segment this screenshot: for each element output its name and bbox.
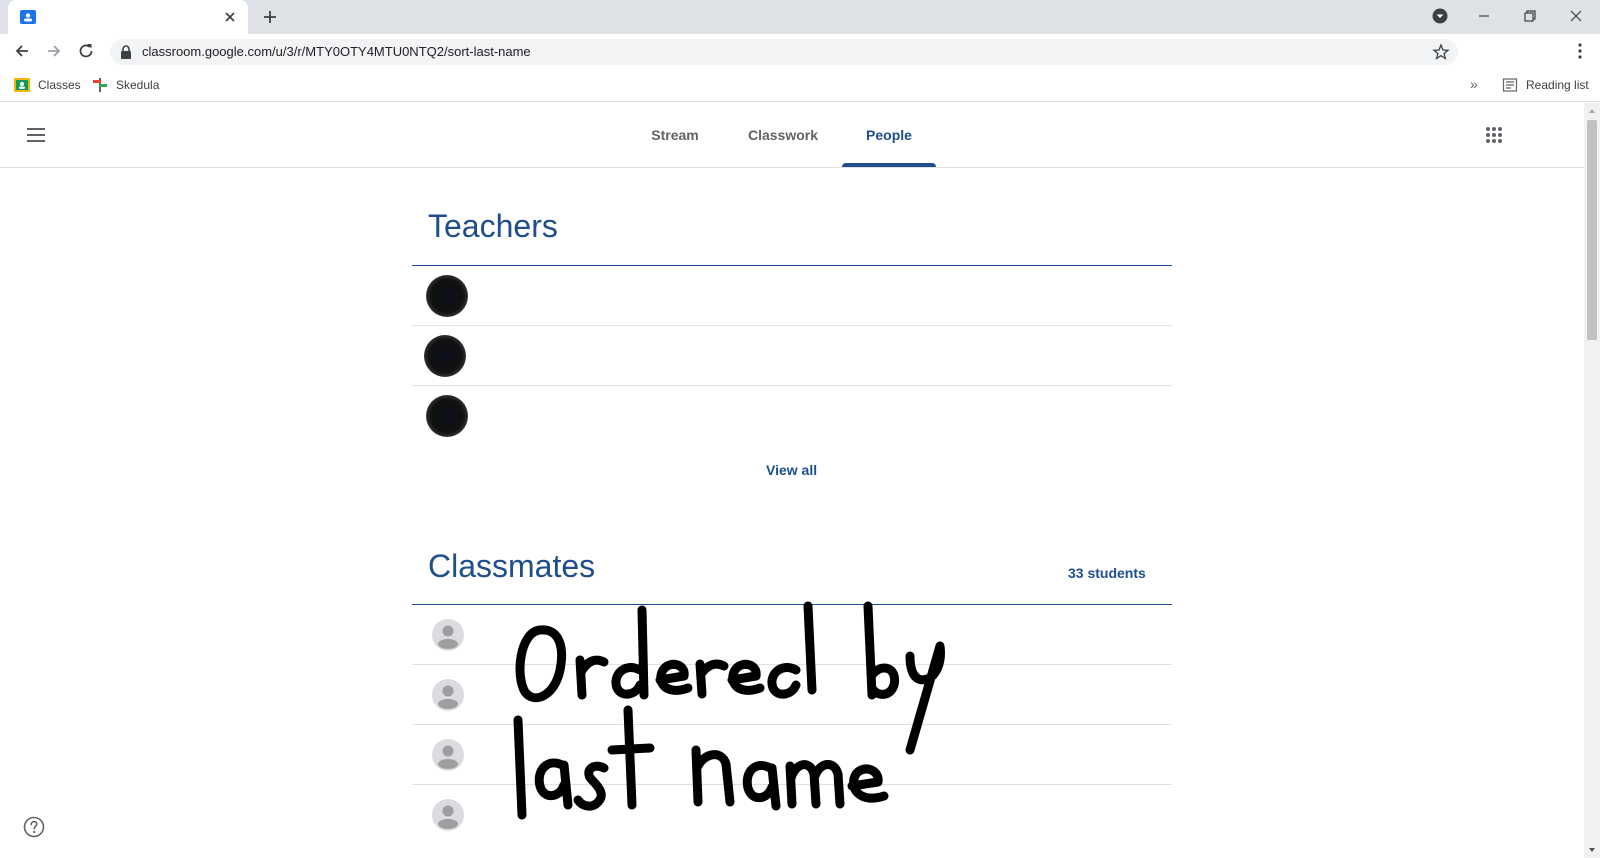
page-scrollbar[interactable] <box>1584 103 1600 858</box>
reload-icon[interactable] <box>76 41 96 61</box>
reading-list-icon <box>1502 78 1518 92</box>
tab-stream[interactable]: Stream <box>640 103 710 167</box>
bookmark-star-icon[interactable] <box>1432 43 1450 61</box>
classroom-header: Stream Classwork People <box>0 103 1584 168</box>
bookmark-classes[interactable]: Classes <box>14 76 81 94</box>
reading-list-button[interactable]: Reading list <box>1502 76 1589 94</box>
default-avatar-icon <box>432 619 464 651</box>
teacher-row[interactable] <box>412 386 1172 446</box>
avatar <box>426 275 468 317</box>
default-avatar-icon <box>432 679 464 711</box>
reading-list-label: Reading list <box>1526 78 1589 92</box>
classroom-icon <box>14 78 30 92</box>
browser-menu-icon[interactable] <box>1570 41 1590 61</box>
lock-icon <box>121 45 131 59</box>
help-icon[interactable] <box>22 815 46 839</box>
forward-icon[interactable] <box>44 41 64 61</box>
close-tab-icon[interactable] <box>222 9 238 25</box>
browser-tab[interactable] <box>8 0 248 34</box>
view-all-teachers-link[interactable]: View all <box>766 462 817 478</box>
classmates-heading: Classmates <box>428 548 596 584</box>
browser-tabstrip <box>0 0 1600 34</box>
skedula-icon <box>93 78 107 92</box>
avatar <box>426 395 468 437</box>
avatar <box>424 335 466 377</box>
teachers-heading: Teachers <box>428 208 558 244</box>
bookmark-skedula[interactable]: Skedula <box>92 76 159 94</box>
url-text: classroom.google.com/u/3/r/MTY0OTY4MTU0N… <box>142 44 531 59</box>
scrollbar-thumb[interactable] <box>1587 120 1597 340</box>
bookmarks-bar: Classes Skedula » Reading list <box>0 68 1600 102</box>
restore-icon[interactable] <box>1520 6 1540 26</box>
scroll-up-icon[interactable] <box>1587 106 1597 116</box>
teacher-row[interactable] <box>412 266 1172 326</box>
default-avatar-icon <box>432 739 464 771</box>
tab-people[interactable]: People <box>842 103 936 167</box>
more-bookmarks-button[interactable]: » <box>1470 76 1478 92</box>
student-count: 33 students <box>1068 565 1146 581</box>
minimize-icon[interactable] <box>1474 6 1494 26</box>
scroll-down-icon[interactable] <box>1587 845 1597 855</box>
bookmark-label: Skedula <box>116 78 160 92</box>
address-bar[interactable]: classroom.google.com/u/3/r/MTY0OTY4MTU0N… <box>110 39 1458 65</box>
google-apps-icon[interactable] <box>1484 125 1504 145</box>
tab-classwork[interactable]: Classwork <box>738 103 828 167</box>
back-icon[interactable] <box>12 41 32 61</box>
close-window-icon[interactable] <box>1566 6 1586 26</box>
default-avatar-icon <box>432 799 464 831</box>
browser-toolbar: classroom.google.com/u/3/r/MTY0OTY4MTU0N… <box>0 34 1600 68</box>
teacher-row[interactable] <box>412 326 1172 386</box>
handwritten-annotation <box>513 601 945 820</box>
bookmark-label: Classes <box>38 78 81 92</box>
new-tab-icon[interactable] <box>262 9 278 25</box>
profile-dropdown-icon[interactable] <box>1430 6 1450 26</box>
class-tabs: Stream Classwork People <box>0 103 1584 167</box>
classroom-favicon-icon <box>20 10 36 24</box>
